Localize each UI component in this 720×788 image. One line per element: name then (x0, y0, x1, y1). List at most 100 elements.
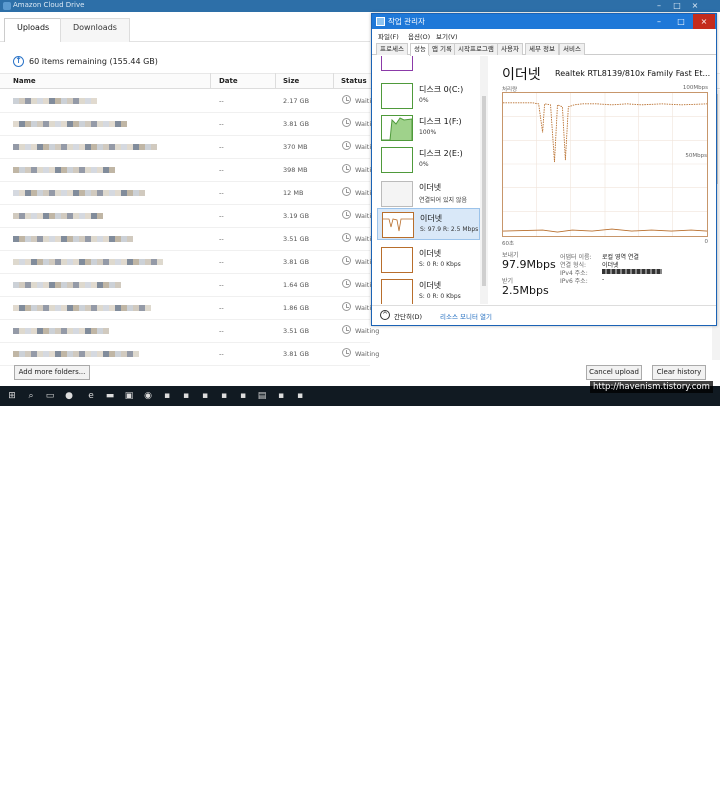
table-row[interactable]: -- 1.64 GB Waiting (0, 274, 379, 297)
maximize-icon[interactable]: □ (670, 14, 692, 29)
app-icon[interactable]: ▪ (237, 390, 249, 402)
table-row[interactable]: -- 2.17 GB Waiting (0, 90, 379, 113)
cancel-upload-button[interactable]: Cancel upload (586, 365, 642, 380)
taskbar-clock: 오전 2:48 (676, 779, 707, 787)
row-date: -- (219, 327, 224, 335)
ethernet-detail-panel: 이더넷 Realtek RTL8139/810x Family Fast Et.… (488, 56, 716, 304)
col-date[interactable]: Date (219, 77, 238, 85)
file-explorer-icon[interactable]: ▬ (104, 390, 116, 402)
tab-services[interactable]: 서비스 (559, 43, 585, 55)
tab-downloads[interactable]: Downloads (60, 18, 130, 42)
store-icon[interactable]: ▣ (123, 390, 135, 402)
table-row[interactable]: -- 3.81 GB Waiting (0, 113, 379, 136)
clear-history-button[interactable]: Clear history (652, 365, 706, 380)
clock-icon (342, 348, 351, 357)
app-icon[interactable]: ▪ (199, 390, 211, 402)
table-row[interactable]: -- 370 MB Waiting (0, 136, 379, 159)
row-size: 3.19 GB (283, 212, 310, 220)
redacted-ipv4 (602, 269, 662, 274)
menu-view[interactable]: 보기(V) (436, 31, 457, 41)
sidebar-item-disk[interactable]: 디스크 2(E:) 0% (377, 144, 480, 176)
menu-file[interactable]: 파일(F) (378, 31, 399, 41)
fewer-details-link[interactable]: 간단히(D) (394, 311, 422, 321)
sidebar-scrollbar[interactable] (480, 56, 488, 304)
row-size: 3.51 GB (283, 327, 310, 335)
chrome-icon[interactable]: ● (63, 390, 75, 402)
pixelated-filename (13, 121, 127, 127)
sidebar-item-mem[interactable]: 2.0/6.0GB (33%) (377, 56, 480, 74)
tab-performance[interactable]: 성능 (410, 43, 430, 56)
col-size[interactable]: Size (283, 77, 299, 85)
row-date: -- (219, 235, 224, 243)
sidebar-item-eth[interactable]: 이더넷 S: 0 R: 0 Kbps (377, 244, 480, 276)
search-icon[interactable]: ⌕ (25, 390, 37, 402)
close-icon[interactable]: × (693, 14, 715, 29)
clock-icon (342, 302, 351, 311)
table-row[interactable]: -- 398 MB Waiting (0, 159, 379, 182)
sidebar-item-value: 100% (419, 129, 437, 136)
windows-start-icon[interactable]: ⊞ (6, 390, 18, 402)
sidebar-item-gray[interactable]: 이더넷 연결되어 있지 않음 (377, 178, 480, 210)
edge-icon[interactable]: e (85, 390, 97, 402)
table-row[interactable]: -- 3.51 GB Waiting (0, 228, 379, 251)
close-icon[interactable]: × (688, 0, 702, 12)
table-row[interactable]: -- 12 MB Waiting (0, 182, 379, 205)
steam-icon[interactable]: ◉ (142, 390, 154, 402)
sidebar-thumbnail-graph (381, 279, 413, 304)
tab-app-history[interactable]: 앱 기록 (428, 43, 457, 55)
task-manager-logo-icon (376, 17, 385, 26)
row-size: 12 MB (283, 189, 304, 197)
table-row[interactable]: -- 3.19 GB Waiting (0, 205, 379, 228)
watermark-url: http://havenism.tistory.com (590, 381, 713, 393)
row-size: 1.64 GB (283, 281, 310, 289)
table-row[interactable]: -- 3.81 GB Waiting (0, 251, 379, 274)
task-view-icon[interactable]: ▭ (44, 390, 56, 402)
tm-tabbar: 프로세스 성능 앱 기록 시작프로그램 사용자 세부 정보 서비스 (372, 42, 716, 56)
tab-processes[interactable]: 프로세스 (376, 43, 408, 55)
task-manager-icon[interactable]: ▤ (256, 390, 268, 402)
row-size: 3.51 GB (283, 235, 310, 243)
sidebar-item-eth[interactable]: 이더넷 S: 97.9 R: 2.5 Mbps (377, 208, 480, 240)
clock-icon (342, 118, 351, 127)
sidebar-item-disk[interactable]: 디스크 1(F:) 100% (377, 112, 480, 144)
table-row[interactable]: -- 1.86 GB Waiting (0, 297, 379, 320)
table-row[interactable]: -- 3.81 GB Waiting (0, 343, 379, 366)
resource-monitor-link[interactable]: 리소스 모니터 열기 (440, 311, 492, 321)
maximize-icon[interactable]: □ (670, 0, 684, 12)
menu-options[interactable]: 옵션(O) (408, 31, 430, 41)
row-size: 370 MB (283, 143, 308, 151)
row-date: -- (219, 350, 224, 358)
throughput-graph (502, 92, 708, 237)
minimize-icon[interactable]: – (652, 0, 666, 12)
clock-icon (342, 256, 351, 265)
clock-icon (342, 141, 351, 150)
disk-activity-sparkline (382, 117, 413, 141)
clock-icon (342, 210, 351, 219)
row-size: 3.81 GB (283, 258, 310, 266)
minimize-icon[interactable]: – (648, 14, 670, 29)
table-row[interactable]: -- 3.51 GB Waiting (0, 320, 379, 343)
chevron-up-icon[interactable]: ^ (380, 310, 390, 320)
clock-icon (342, 325, 351, 334)
pixelated-filename (13, 213, 103, 219)
sidebar-item-value: 0% (419, 97, 429, 104)
app-icon[interactable]: ▪ (275, 390, 287, 402)
app-icon[interactable]: ▪ (161, 390, 173, 402)
tab-details[interactable]: 세부 정보 (525, 43, 559, 55)
add-more-folders-button[interactable]: Add more folders... (14, 365, 90, 380)
tab-uploads[interactable]: Uploads (4, 18, 63, 42)
col-divider (210, 73, 211, 89)
app-icon[interactable]: ▪ (294, 390, 306, 402)
pixelated-filename (13, 305, 151, 311)
app-icon[interactable]: ▪ (180, 390, 192, 402)
app-icon[interactable]: ▪ (218, 390, 230, 402)
tab-users[interactable]: 사용자 (497, 43, 523, 55)
sidebar-item-disk[interactable]: 디스크 0(C:) 0% (377, 80, 480, 112)
sidebar-item-eth[interactable]: 이더넷 S: 0 R: 0 Kbps (377, 276, 480, 304)
receive-value: 2.5Mbps (502, 284, 549, 297)
pixelated-filename (13, 190, 145, 196)
col-name[interactable]: Name (13, 77, 36, 85)
tab-startup[interactable]: 시작프로그램 (454, 43, 498, 55)
col-divider (333, 73, 334, 89)
col-status[interactable]: Status (341, 77, 367, 85)
